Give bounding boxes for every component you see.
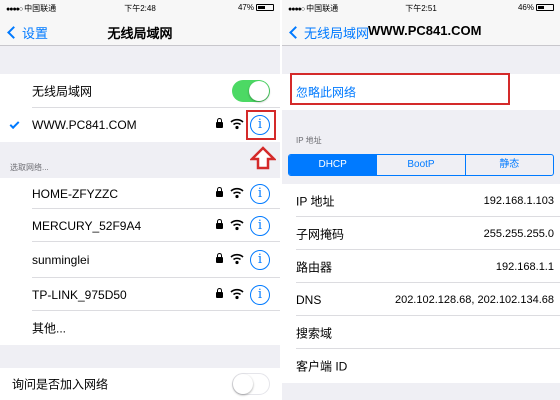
info-icon[interactable]: i (250, 250, 270, 270)
tab-static[interactable]: 静态 (464, 155, 553, 175)
tab-dhcp[interactable]: DHCP (289, 155, 377, 175)
wifi-icon (230, 288, 244, 299)
network-name: HOME-ZFYZZC (32, 186, 118, 201)
field-value: 202.102.128.68, 202.102.134.68 (394, 293, 554, 306)
connected-network-name: WWW.PC841.COM (32, 118, 137, 132)
network-row[interactable]: sunminglei i (0, 242, 280, 278)
ask-join-label: 询问是否加入网络 (12, 377, 109, 392)
lock-icon (216, 287, 223, 298)
field-label: 子网掩码 (296, 227, 345, 241)
field-label: 搜索域 (296, 326, 333, 340)
ip-section-label: IP 地址 (296, 136, 322, 145)
network-detail-screen: ●●●●○ 中国联通 下午2:51 46% 无线局域网 WWW.PC841.COM… (282, 0, 560, 400)
ip-mode-segmented-control: DHCP BootP 静态 (288, 154, 554, 176)
network-name: MERCURY_52F9A4 (32, 218, 142, 233)
wlan-toggle[interactable] (232, 80, 270, 102)
router-row: 路由器 192.168.1.1 (282, 250, 560, 283)
battery-icon (536, 4, 554, 11)
wifi-icon (230, 187, 244, 198)
lock-icon (216, 118, 223, 128)
back-label: 无线局域网 (304, 26, 370, 41)
up-arrow-icon (250, 146, 276, 170)
ip-address-row: IP 地址 192.168.1.103 (282, 184, 560, 217)
network-row[interactable]: TP-LINK_975D50 i (0, 278, 280, 311)
field-label: 客户端 ID (296, 359, 348, 374)
wlan-toggle-row: 无线局域网 (0, 74, 280, 108)
network-row[interactable]: MERCURY_52F9A4 i (0, 209, 280, 242)
field-label: IP 地址 (296, 194, 335, 208)
wifi-icon (230, 253, 244, 265)
subnet-mask-row: 子网掩码 255.255.255.0 (282, 217, 560, 250)
search-domain-row[interactable]: 搜索域 (282, 316, 560, 349)
network-name: TP-LINK_975D50 (32, 287, 127, 302)
connected-network-row[interactable]: WWW.PC841.COM i (0, 108, 280, 142)
lock-icon (216, 218, 223, 229)
battery-percent: 47% (237, 3, 254, 12)
ask-join-toggle[interactable] (232, 373, 270, 395)
checkmark-icon (9, 119, 20, 130)
page-title: WWW.PC841.COM (368, 23, 482, 38)
lock-icon (216, 186, 223, 197)
ask-join-row: 询问是否加入网络 (0, 368, 280, 400)
wifi-icon (230, 219, 244, 230)
battery-percent: 46% (517, 3, 534, 12)
other-network-label: 其他... (32, 321, 67, 336)
field-label: DNS (296, 292, 322, 307)
status-bar: ●●●●○ 中国联通 下午2:51 46% (282, 0, 560, 16)
battery-icon (256, 4, 274, 11)
wifi-icon (230, 118, 244, 130)
lock-icon (216, 253, 223, 263)
field-value: 255.255.255.0 (483, 227, 554, 240)
info-icon[interactable]: i (250, 183, 270, 204)
choose-network-label: 选取网络... (10, 163, 49, 172)
tab-bootp[interactable]: BootP (376, 155, 464, 175)
chevron-left-icon (289, 26, 302, 39)
field-value: 192.168.1.103 (483, 194, 554, 207)
back-button[interactable]: 无线局域网 (288, 23, 369, 42)
wifi-list-screen: ●●●●○ 中国联通 下午2:48 47% 设置 无线局域网 无线局域网 WWW.… (0, 0, 280, 400)
network-row[interactable]: HOME-ZFYZZC i (0, 178, 280, 209)
wlan-label: 无线局域网 (32, 84, 93, 99)
highlight-box (290, 73, 510, 105)
dns-row[interactable]: DNS 202.102.128.68, 202.102.134.68 (282, 283, 560, 316)
network-name: sunminglei (32, 253, 90, 267)
other-network-row[interactable]: 其他... (0, 311, 280, 345)
nav-bar: 设置 无线局域网 (0, 16, 280, 46)
field-value: 192.168.1.1 (495, 260, 554, 273)
client-id-row[interactable]: 客户端 ID (282, 349, 560, 383)
field-label: 路由器 (296, 260, 333, 274)
status-bar: ●●●●○ 中国联通 下午2:48 47% (0, 0, 280, 16)
info-icon[interactable]: i (250, 215, 270, 236)
info-icon[interactable]: i (250, 284, 270, 305)
nav-bar: 无线局域网 WWW.PC841.COM (282, 16, 560, 46)
highlight-box (246, 110, 276, 140)
page-title: 无线局域网 (107, 26, 173, 41)
